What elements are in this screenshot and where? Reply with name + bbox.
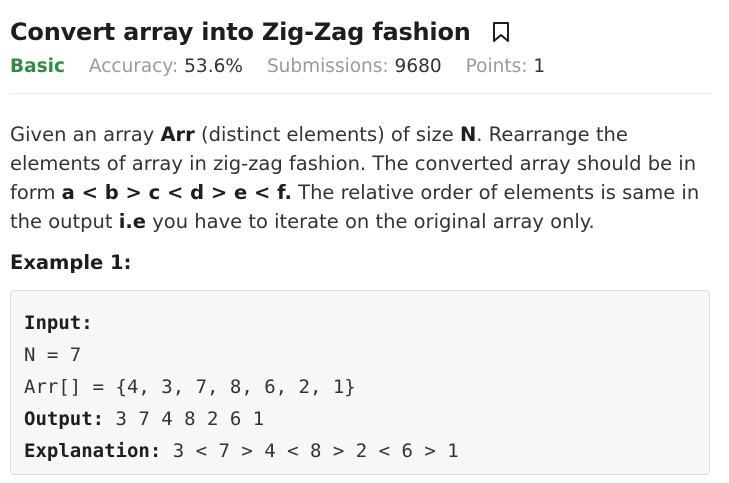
points-label: Points: <box>465 56 528 77</box>
submissions-stat: Submissions: 9680 <box>267 56 442 77</box>
output-label: Output: <box>24 408 105 430</box>
submissions-label: Submissions: <box>266 56 389 77</box>
explanation-value: 3 < 7 > 4 < 8 > 2 < 6 > 1 <box>161 440 459 462</box>
desc-text: you have to iterate on the original arra… <box>146 210 595 233</box>
title-row: Convert array into Zig-Zag fashion <box>10 18 511 46</box>
n-line: N = 7 <box>24 344 82 366</box>
bookmark-icon[interactable] <box>491 20 511 44</box>
desc-bold-arr: Arr <box>160 123 195 146</box>
output-value: 3 7 4 8 2 6 1 <box>104 408 265 430</box>
desc-bold-n: N <box>459 123 477 146</box>
header-divider <box>10 93 711 94</box>
desc-text: Given an array <box>10 123 161 146</box>
points-stat: Points: 1 <box>466 56 545 77</box>
accuracy-stat: Accuracy: 53.6% <box>89 56 243 77</box>
desc-text: (distinct elements) of size <box>194 123 460 146</box>
arr-line: Arr[] = {4, 3, 7, 8, 6, 2, 1} <box>24 376 356 398</box>
explanation-label: Explanation: <box>24 440 162 462</box>
problem-page: Convert array into Zig-Zag fashion Basic… <box>0 0 729 483</box>
input-label: Input: <box>24 312 93 334</box>
points-value: 1 <box>533 56 546 77</box>
problem-title: Convert array into Zig-Zag fashion <box>10 18 471 46</box>
example-code-block: Input: N = 7 Arr[] = {4, 3, 7, 8, 6, 2, … <box>10 290 710 475</box>
example-heading: Example 1: <box>10 251 132 274</box>
difficulty-badge[interactable]: Basic <box>10 56 65 77</box>
accuracy-value: 53.6% <box>184 56 243 77</box>
submissions-value: 9680 <box>394 56 442 77</box>
desc-bold-ie: i.e <box>118 210 147 233</box>
problem-meta: Basic Accuracy: 53.6% Submissions: 9680 … <box>10 56 569 77</box>
problem-description: Given an array Arr (distinct elements) o… <box>10 120 710 236</box>
desc-bold-form: a < b > c < d > e < f. <box>61 181 292 204</box>
accuracy-label: Accuracy: <box>88 56 179 77</box>
